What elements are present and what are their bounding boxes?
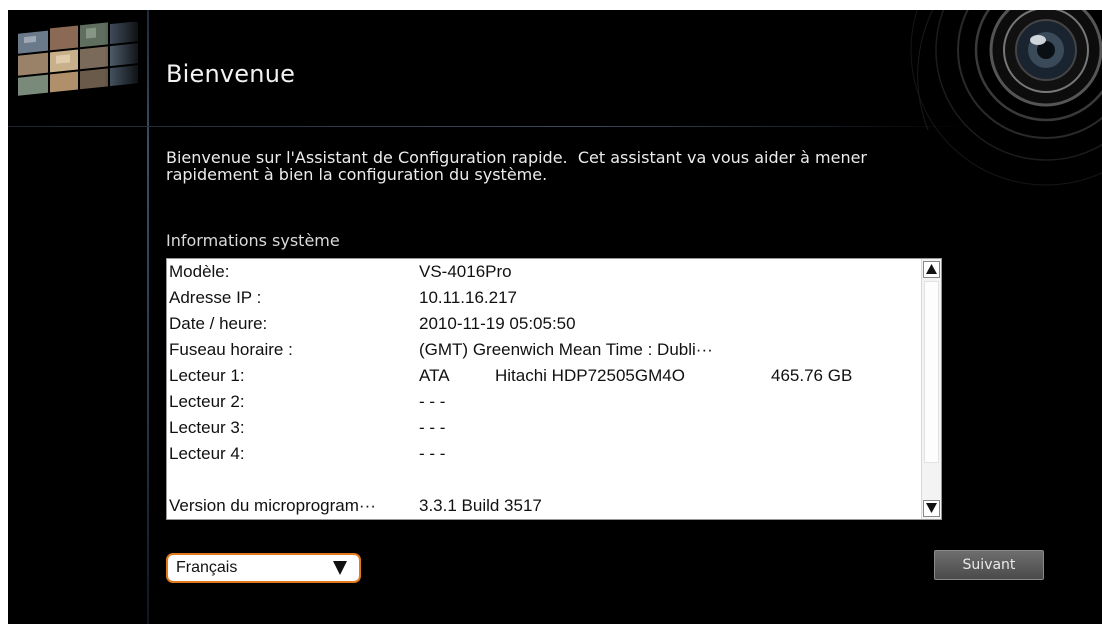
info-label: Adresse IP : [169, 288, 262, 307]
sidebar-divider [147, 10, 149, 624]
info-value: - - - [419, 392, 446, 411]
triangle-up-icon [926, 264, 937, 274]
next-button[interactable]: Suivant [934, 550, 1044, 580]
info-value: 2010-11-19 05:05:50 [419, 314, 576, 333]
info-value: VS-4016Pro [419, 262, 512, 281]
info-value: 10.11.16.217 [419, 288, 517, 307]
info-label: Lecteur 3: [169, 418, 245, 437]
info-label: Lecteur 1: [169, 366, 245, 385]
info-label: Lecteur 2: [169, 392, 245, 411]
info-row-drive-3: Lecteur 3: - - - [167, 415, 915, 441]
page-title: Bienvenue [166, 60, 296, 88]
info-row-drive-2: Lecteur 2: - - - [167, 389, 915, 415]
welcome-line-1: Bienvenue sur l'Assistant de Configurati… [166, 148, 867, 167]
language-select[interactable]: Français [166, 553, 361, 583]
info-value: ATA [419, 366, 450, 385]
scroll-thumb[interactable] [924, 281, 939, 463]
welcome-line-2: rapidement à bien la configuration du sy… [166, 165, 548, 184]
info-label: Version du microprogram··· [169, 496, 376, 515]
drive-model: Hitachi HDP72505GM4O [495, 366, 685, 385]
system-info-heading: Informations système [166, 231, 340, 250]
header-divider [8, 126, 968, 127]
info-scrollbar[interactable] [921, 259, 941, 519]
info-label: Fuseau horaire : [169, 340, 293, 359]
scroll-down-button[interactable] [923, 500, 940, 517]
info-label: Modèle: [169, 262, 230, 281]
language-selected-value: Français [176, 559, 238, 576]
info-label: Date / heure: [169, 314, 268, 333]
info-value: - - - [419, 444, 446, 463]
scroll-up-button[interactable] [923, 261, 940, 278]
system-info-list[interactable]: Modèle: VS-4016Pro Adresse IP : 10.11.16… [166, 258, 942, 520]
info-value: (GMT) Greenwich Mean Time : Dubli··· [419, 340, 713, 359]
info-row-datetime: Date / heure: 2010-11-19 05:05:50 [167, 311, 915, 337]
welcome-message: Bienvenue sur l'Assistant de Configurati… [166, 149, 986, 183]
info-label: Lecteur 4: [169, 444, 245, 463]
info-row-model: Modèle: VS-4016Pro [167, 259, 915, 285]
info-row-firmware: Version du microprogram··· 3.3.1 Build 3… [167, 493, 915, 519]
info-row-timezone: Fuseau horaire : (GMT) Greenwich Mean Ti… [167, 337, 915, 363]
info-row-drive-4: Lecteur 4: - - - [167, 441, 915, 467]
info-row-drive-1: Lecteur 1: ATA Hitachi HDP72505GM4O 465.… [167, 363, 915, 389]
info-value: - - - [419, 418, 446, 437]
drive-size: 465.76 GB [771, 366, 853, 385]
info-value: 3.3.1 Build 3517 [419, 496, 542, 515]
camera-mosaic-logo [16, 22, 142, 96]
chevron-down-icon [333, 561, 347, 575]
wizard-screen: Bienvenue Bienvenue sur l'Assistant de C… [8, 10, 1102, 624]
info-row-ip: Adresse IP : 10.11.16.217 [167, 285, 915, 311]
triangle-down-icon [926, 503, 937, 513]
